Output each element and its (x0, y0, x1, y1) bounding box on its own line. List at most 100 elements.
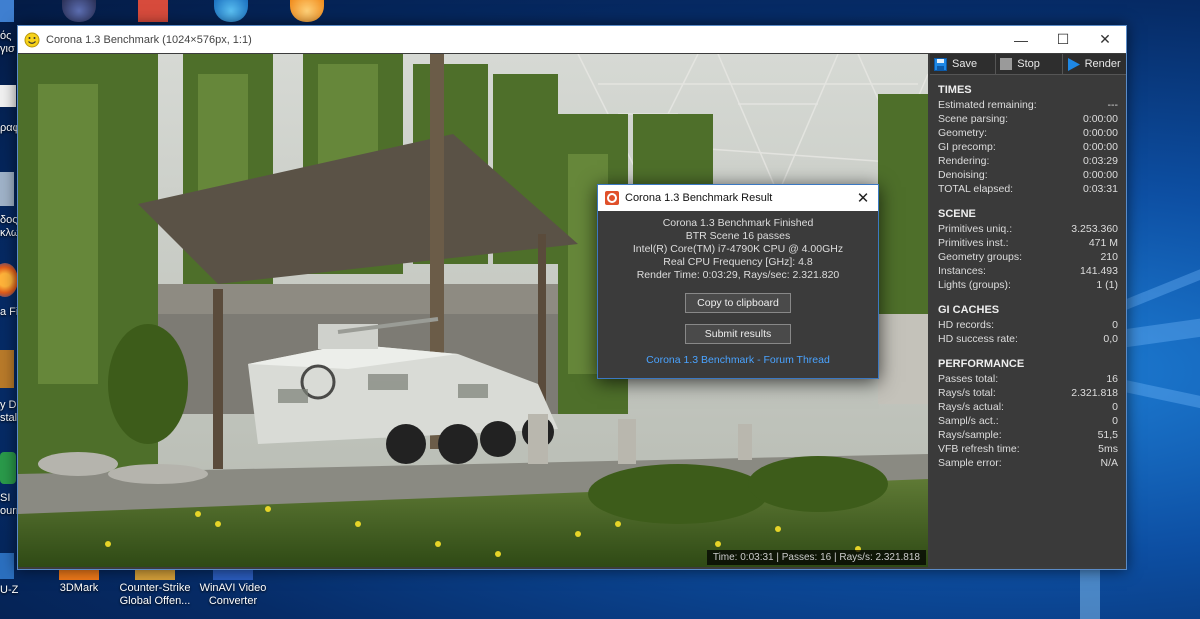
performance-section: Passes total: 16 Rays/s total: 2.321.818 R… (930, 372, 1126, 470)
desktop-icon-label: δος (0, 214, 18, 226)
stat-row: Denoising: 0:00:00 (930, 168, 1126, 182)
desktop-icon-label: Counter-Strike Global Offen... (119, 582, 191, 607)
maximize-button[interactable]: ☐ (1042, 26, 1084, 53)
desktop-icon-fragment[interactable] (0, 0, 14, 22)
stat-row: HD records: 0 (930, 318, 1126, 332)
desktop-wallpaper-ray (1118, 313, 1200, 348)
stat-label: HD records: (938, 319, 995, 331)
stat-value: 5ms (1098, 443, 1118, 455)
stat-row: Passes total: 16 (930, 372, 1126, 386)
result-line: BTR Scene 16 passes (685, 230, 791, 242)
stat-label: GI precomp: (938, 141, 996, 153)
stat-row: TOTAL elapsed: 0:03:31 (930, 182, 1126, 196)
submit-results-button[interactable]: Submit results (685, 324, 791, 344)
save-button[interactable]: Save (930, 54, 997, 74)
desktop-wallpaper-ray (1123, 259, 1200, 310)
stat-value: 3.253.360 (1071, 223, 1118, 235)
minimize-icon: — (1014, 31, 1028, 48)
stat-label: Rays/s actual: (938, 401, 1004, 413)
dialog-titlebar[interactable]: Corona 1.3 Benchmark Result ✕ (598, 185, 878, 211)
stat-value: 0 (1112, 401, 1118, 413)
stat-label: Estimated remaining: (938, 99, 1037, 111)
stat-row: Rays/s actual: 0 (930, 400, 1126, 414)
desktop-icon-label: U-Z (0, 584, 19, 596)
forum-thread-link[interactable]: Corona 1.3 Benchmark - Forum Thread (598, 354, 878, 367)
stat-row: Rays/s total: 2.321.818 (930, 386, 1126, 400)
copy-to-clipboard-button[interactable]: Copy to clipboard (685, 293, 791, 313)
stat-value: 0:00:00 (1082, 141, 1118, 153)
stat-label: Passes total: (938, 373, 999, 385)
close-icon: ✕ (856, 190, 870, 207)
scene-section: Primitives uniq.: 3.253.360 Primitives in… (930, 222, 1126, 292)
stat-value: 51,5 (1097, 429, 1118, 441)
stat-row: Sample error: N/A (930, 456, 1126, 470)
stat-value: 0 (1112, 415, 1118, 427)
dialog-close-button[interactable]: ✕ (848, 189, 878, 207)
render-button[interactable]: Render (1063, 54, 1126, 74)
desktop-icon-fragment[interactable] (0, 452, 16, 484)
stat-label: Sample error: (938, 457, 1002, 469)
close-icon: ✕ (1099, 31, 1111, 47)
play-icon (1067, 57, 1080, 71)
desktop-icon-label: γισ (0, 43, 15, 55)
maximize-icon: ☐ (1056, 31, 1070, 47)
ie-icon[interactable] (214, 0, 248, 22)
stat-label: Primitives inst.: (938, 237, 1009, 249)
desktop-icon-fragment[interactable] (0, 553, 14, 579)
minimize-button[interactable]: — (1000, 26, 1042, 53)
stat-value: 210 (1100, 251, 1118, 263)
result-line: Intel(R) Core(TM) i7-4790K CPU @ 4.00GHz (632, 243, 844, 255)
stat-value: 0:00:00 (1082, 113, 1118, 125)
smiley-icon (24, 32, 40, 47)
stat-row: Sampl/s act.: 0 (930, 414, 1126, 428)
desktop-icon-fragment[interactable] (0, 350, 14, 388)
stat-value: 1 (1) (1096, 279, 1118, 291)
stat-label: Rays/s total: (938, 387, 996, 399)
desktop-icon-fragment[interactable] (62, 0, 96, 22)
stat-row: GI precomp: 0:00:00 (930, 140, 1126, 154)
stat-value: 0:00:00 (1082, 127, 1118, 139)
desktop-icon-fragment[interactable] (0, 85, 16, 107)
window-titlebar[interactable]: Corona 1.3 Benchmark (1024×576px, 1:1) —… (18, 26, 1126, 53)
gi-caches-heading: GI CACHES (938, 304, 1000, 316)
save-label: Save (952, 58, 978, 70)
corona-benchmark-window: Corona 1.3 Benchmark (1024×576px, 1:1) —… (17, 25, 1127, 570)
stop-button[interactable]: Stop (996, 54, 1063, 74)
panel-toolbar: Save Stop Render (930, 54, 1126, 75)
render-label: Render (1084, 58, 1121, 70)
stat-value: 0 (1112, 319, 1118, 331)
stat-label: HD success rate: (938, 333, 1018, 345)
desktop-icon-fragment[interactable] (138, 0, 168, 22)
stat-row: Estimated remaining: --- (930, 98, 1126, 112)
desktop-icon-winavi[interactable]: WinAVI Video Converter (195, 568, 271, 608)
dialog-body: Corona 1.3 Benchmark Finished BTR Scene … (598, 211, 878, 367)
stat-row: Primitives inst.: 471 M (930, 236, 1126, 250)
dialog-title: Corona 1.3 Benchmark Result (625, 192, 773, 204)
desktop-icon-counter-strike[interactable]: Counter-Strike Global Offen... (115, 568, 195, 608)
stat-label: Rendering: (938, 155, 990, 167)
gi-caches-section: HD records: 0 HD success rate: 0,0 (930, 318, 1126, 346)
result-line: Real CPU Frequency [GHz]: 4.8 (663, 256, 813, 268)
times-heading: TIMES (938, 84, 972, 96)
stop-label: Stop (1017, 58, 1040, 70)
close-button[interactable]: ✕ (1084, 26, 1126, 53)
stat-label: VFB refresh time: (938, 443, 1020, 455)
stat-row: Scene parsing: 0:00:00 (930, 112, 1126, 126)
stat-value: 2.321.818 (1071, 387, 1118, 399)
desktop-icon-fragment[interactable] (290, 0, 324, 22)
desktop-icon-3dmark[interactable]: 3DMark (44, 568, 114, 595)
desktop-icon-label: SI (0, 492, 11, 504)
stat-label: Primitives uniq.: (938, 223, 1013, 235)
result-line: Render Time: 0:03:29, Rays/sec: 2.321.82… (636, 269, 840, 281)
stat-value: 0:03:29 (1082, 155, 1118, 167)
stat-row: HD success rate: 0,0 (930, 332, 1126, 346)
stat-value: 141.493 (1080, 265, 1118, 277)
stat-value: --- (1107, 99, 1119, 111)
stat-row: VFB refresh time: 5ms (930, 442, 1126, 456)
firefox-icon[interactable] (0, 263, 18, 297)
stat-label: Denoising: (938, 169, 988, 181)
stat-row: Rays/sample: 51,5 (930, 428, 1126, 442)
stat-label: TOTAL elapsed: (938, 183, 1014, 195)
stat-value: 16 (1106, 373, 1118, 385)
desktop-icon-fragment[interactable] (0, 172, 14, 206)
